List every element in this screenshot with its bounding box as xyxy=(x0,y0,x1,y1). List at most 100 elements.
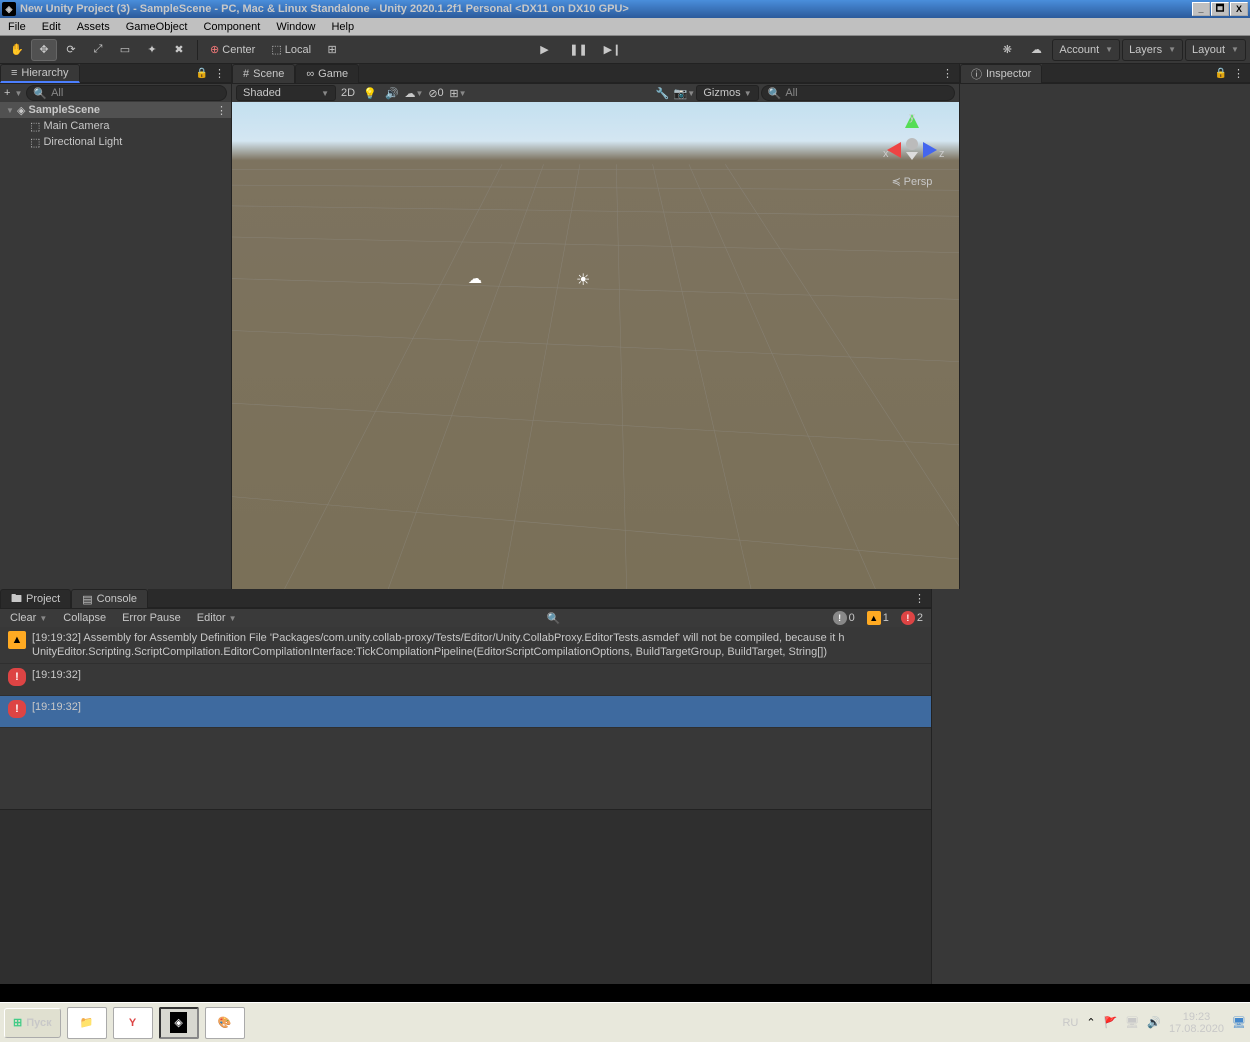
shading-dropdown[interactable]: Shaded▼ xyxy=(236,85,336,101)
scale-icon: ⤢ xyxy=(94,43,103,56)
scene-search[interactable]: 🔍All xyxy=(761,85,955,101)
console-log-row[interactable]: ! [19:19:32] xyxy=(0,664,931,696)
layers-dropdown[interactable]: Layers▼ xyxy=(1122,39,1183,61)
tab-hierarchy[interactable]: ≡Hierarchy xyxy=(0,64,80,83)
lighting-toggle[interactable]: 💡 xyxy=(360,85,380,101)
chevron-down-icon[interactable]: ▼ xyxy=(14,89,22,98)
space-toggle[interactable]: ⬚ Local xyxy=(263,39,319,61)
taskbar-paint[interactable]: 🎨 xyxy=(205,1007,245,1039)
hand-tool[interactable]: ✋ xyxy=(4,39,30,61)
tab-inspector[interactable]: ⓘInspector xyxy=(960,64,1042,83)
console-info-filter[interactable]: !0 xyxy=(829,610,859,626)
taskbar-explorer[interactable]: 📁 xyxy=(67,1007,107,1039)
tree-scene-root[interactable]: ▼ ◈ SampleScene⋮ xyxy=(0,102,231,118)
tree-item-camera[interactable]: ⬚ Main Camera xyxy=(0,118,231,134)
more-icon[interactable]: ⋮ xyxy=(942,67,953,80)
pivot-toggle[interactable]: ⊕ Center xyxy=(202,39,263,61)
console-clear-button[interactable]: Clear ▼ xyxy=(4,610,53,626)
tray-expand-icon[interactable]: ⌃ xyxy=(1086,1016,1095,1029)
console-collapse-button[interactable]: Collapse xyxy=(57,610,112,626)
account-dropdown[interactable]: Account▼ xyxy=(1052,39,1120,61)
z-axis-icon[interactable] xyxy=(923,142,937,158)
audio-toggle[interactable]: 🔊 xyxy=(382,85,402,101)
pause-button[interactable]: ❚❚ xyxy=(563,39,595,61)
collab-button[interactable]: ☁ xyxy=(1023,39,1049,61)
console-log-row[interactable]: ▲ [19:19:32] Assembly for Assembly Defin… xyxy=(0,627,931,664)
more-icon[interactable]: ⋮ xyxy=(216,104,227,117)
camera-gizmo-icon[interactable]: ☁ xyxy=(468,270,482,287)
more-icon[interactable]: ⋮ xyxy=(214,67,225,80)
console-warn-filter[interactable]: ▲1 xyxy=(863,610,893,626)
rect-tool[interactable]: ▭ xyxy=(112,39,138,61)
tree-item-light[interactable]: ⬚ Directional Light xyxy=(0,134,231,150)
menu-gameobject[interactable]: GameObject xyxy=(118,19,196,35)
layout-dropdown[interactable]: Layout▼ xyxy=(1185,39,1246,61)
grid-toggle[interactable]: ⊞▼ xyxy=(448,85,468,101)
console-editor-dropdown[interactable]: Editor ▼ xyxy=(191,610,243,626)
gizmos-dropdown[interactable]: Gizmos ▼ xyxy=(696,85,758,101)
tab-game[interactable]: ∞Game xyxy=(295,64,359,83)
tab-project[interactable]: 🖿Project xyxy=(0,589,71,608)
tray-network-icon[interactable]: 🖥 xyxy=(1125,1016,1139,1029)
tray-flag-icon[interactable]: 🚩 xyxy=(1104,1016,1118,1029)
tools-button[interactable]: 🔧 xyxy=(652,85,672,101)
start-button[interactable]: ⊞Пуск xyxy=(4,1008,61,1038)
hidden-toggle[interactable]: ⊘0 xyxy=(426,85,446,101)
search-icon[interactable]: 🔍 xyxy=(547,612,561,625)
chevron-down-icon: ▼ xyxy=(6,106,14,115)
menu-window[interactable]: Window xyxy=(268,19,323,35)
tab-console[interactable]: ▤Console xyxy=(71,589,148,608)
chevron-down-icon: ▼ xyxy=(1168,45,1176,54)
step-button[interactable]: ▶❙ xyxy=(597,39,629,61)
eye-off-icon: ⊘ xyxy=(428,87,437,100)
scene-viewport[interactable]: ☁ ☀ y x z ≼ Persp xyxy=(232,102,959,589)
more-icon[interactable]: ⋮ xyxy=(1233,67,1244,80)
cube-icon: ⬚ xyxy=(30,136,40,149)
orientation-gizmo[interactable]: y x z ≼ Persp xyxy=(877,112,947,192)
more-icon[interactable]: ⋮ xyxy=(914,592,925,605)
perspective-label[interactable]: ≼ Persp xyxy=(877,175,947,188)
transform-tool[interactable]: ✦ xyxy=(139,39,165,61)
info-icon: ! xyxy=(833,611,847,625)
taskbar-yandex[interactable]: Y xyxy=(113,1007,153,1039)
console-error-filter[interactable]: !2 xyxy=(897,610,927,626)
menu-file[interactable]: File xyxy=(0,19,34,35)
tray-lang[interactable]: RU xyxy=(1062,1017,1078,1029)
tab-scene[interactable]: #Scene xyxy=(232,64,295,83)
console-log-row[interactable]: ! [19:19:32] xyxy=(0,696,931,728)
menu-assets[interactable]: Assets xyxy=(69,19,118,35)
hierarchy-search[interactable]: 🔍All xyxy=(26,85,227,101)
menu-help[interactable]: Help xyxy=(323,19,362,35)
lock-icon[interactable]: 🔒 xyxy=(196,68,208,79)
tray-volume-icon[interactable]: 🔊 xyxy=(1147,1016,1161,1029)
light-settings-button[interactable]: ❋ xyxy=(994,39,1020,61)
search-icon: 🔍 xyxy=(768,87,782,100)
snap-button[interactable]: ⊞ xyxy=(319,39,345,61)
camera-button[interactable]: 📷▼ xyxy=(674,85,694,101)
close-button[interactable]: X xyxy=(1230,2,1248,16)
menu-component[interactable]: Component xyxy=(195,19,268,35)
scale-tool[interactable]: ⤢ xyxy=(85,39,111,61)
minimize-button[interactable]: _ xyxy=(1192,2,1210,16)
rotate-icon: ⟳ xyxy=(66,43,75,56)
tray-desktop-icon[interactable]: 🖥 xyxy=(1232,1016,1246,1029)
2d-toggle[interactable]: 2D xyxy=(338,85,358,101)
fx-toggle[interactable]: ☁▼ xyxy=(404,85,424,101)
snap-icon: ⊞ xyxy=(327,43,336,56)
menu-edit[interactable]: Edit xyxy=(34,19,69,35)
inspector-body xyxy=(960,84,1250,589)
taskbar-unity[interactable]: ◈ xyxy=(159,1007,199,1039)
console-detail-pane xyxy=(0,809,931,984)
create-button[interactable]: + xyxy=(4,87,10,99)
custom-tool[interactable]: ✖ xyxy=(166,39,192,61)
tray-clock[interactable]: 19:2317.08.2020 xyxy=(1169,1011,1224,1035)
maximize-button[interactable]: 🗖 xyxy=(1211,2,1229,16)
rotate-tool[interactable]: ⟳ xyxy=(58,39,84,61)
x-axis-icon[interactable] xyxy=(887,142,901,158)
light-gizmo-icon[interactable]: ☀ xyxy=(576,270,590,290)
lock-icon[interactable]: 🔒 xyxy=(1215,68,1227,79)
play-button[interactable]: ▶ xyxy=(529,39,561,61)
move-tool[interactable]: ✥ xyxy=(31,39,57,61)
separator xyxy=(197,40,198,60)
console-errorpause-button[interactable]: Error Pause xyxy=(116,610,187,626)
